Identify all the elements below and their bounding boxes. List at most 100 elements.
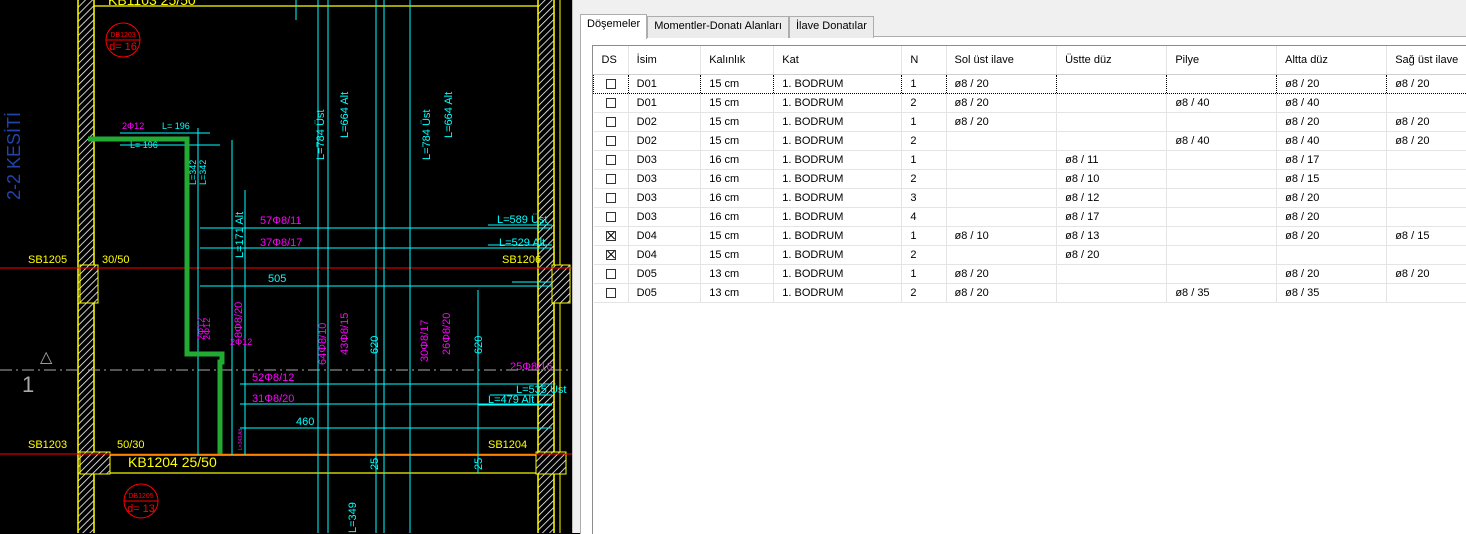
- table-cell[interactable]: ø8 / 20: [946, 94, 1057, 113]
- table-row[interactable]: D0115 cm1. BODRUM2ø8 / 20ø8 / 40ø8 / 40: [594, 94, 1466, 113]
- table-cell[interactable]: 2: [902, 170, 946, 189]
- table-cell[interactable]: D04: [628, 246, 701, 265]
- table-cell[interactable]: [1387, 284, 1466, 303]
- table-row[interactable]: D0215 cm1. BODRUM2ø8 / 40ø8 / 40ø8 / 20: [594, 132, 1466, 151]
- table-cell[interactable]: 1. BODRUM: [774, 132, 902, 151]
- table-cell[interactable]: D05: [628, 284, 701, 303]
- table-cell[interactable]: ø8 / 10: [1057, 170, 1167, 189]
- ds-checkbox[interactable]: [606, 269, 616, 279]
- table-cell[interactable]: [1387, 189, 1466, 208]
- table-cell[interactable]: 1. BODRUM: [774, 284, 902, 303]
- table-cell[interactable]: 1. BODRUM: [774, 265, 902, 284]
- table-cell[interactable]: ø8 / 40: [1277, 132, 1387, 151]
- table-cell[interactable]: [946, 189, 1057, 208]
- table-cell[interactable]: ø8 / 35: [1277, 284, 1387, 303]
- table-cell[interactable]: [946, 132, 1057, 151]
- table-cell[interactable]: ø8 / 13: [1057, 227, 1167, 246]
- table-cell[interactable]: ø8 / 15: [1277, 170, 1387, 189]
- table-cell[interactable]: [1057, 113, 1167, 132]
- table-row[interactable]: D0415 cm1. BODRUM1ø8 / 10ø8 / 13ø8 / 20ø…: [594, 227, 1466, 246]
- table-cell[interactable]: [1167, 265, 1277, 284]
- ds-checkbox[interactable]: [606, 79, 616, 89]
- table-cell[interactable]: [1167, 227, 1277, 246]
- table-cell[interactable]: 13 cm: [701, 265, 774, 284]
- table-cell[interactable]: [1167, 208, 1277, 227]
- table-cell[interactable]: 1. BODRUM: [774, 246, 902, 265]
- table-cell[interactable]: ø8 / 12: [1057, 189, 1167, 208]
- table-cell[interactable]: D02: [628, 132, 701, 151]
- table-cell[interactable]: 2: [902, 246, 946, 265]
- table-cell[interactable]: [1387, 246, 1466, 265]
- ds-checkbox[interactable]: [606, 117, 616, 127]
- ds-checkbox[interactable]: [606, 98, 616, 108]
- table-cell[interactable]: ø8 / 15: [1387, 227, 1466, 246]
- table-cell[interactable]: [1277, 246, 1387, 265]
- table-cell[interactable]: D03: [628, 170, 701, 189]
- table-cell[interactable]: D03: [628, 189, 701, 208]
- ds-checkbox[interactable]: [606, 231, 616, 241]
- table-cell[interactable]: [1057, 265, 1167, 284]
- table-cell[interactable]: [1057, 94, 1167, 113]
- col-header-name[interactable]: İsim: [628, 46, 701, 75]
- table-cell[interactable]: 1. BODRUM: [774, 227, 902, 246]
- tab-slabs[interactable]: Döşemeler: [580, 14, 647, 39]
- cad-canvas[interactable]: 2-2 KESİTİ DB1203 d= 16 DB1205 d= 13 KB1…: [0, 0, 572, 533]
- table-cell[interactable]: 15 cm: [701, 227, 774, 246]
- slab-tag-bottom[interactable]: DB1205 d= 13: [124, 484, 158, 518]
- ds-checkbox[interactable]: [606, 250, 616, 260]
- table-cell[interactable]: 1: [902, 151, 946, 170]
- tab-moments-rebar-areas[interactable]: Momentler-Donatı Alanları: [647, 16, 789, 38]
- table-cell[interactable]: ø8 / 20: [1277, 189, 1387, 208]
- table-cell[interactable]: [1167, 246, 1277, 265]
- table-cell[interactable]: ø8 / 17: [1057, 208, 1167, 227]
- ds-checkbox[interactable]: [606, 136, 616, 146]
- table-row[interactable]: D0513 cm1. BODRUM1ø8 / 20ø8 / 20ø8 / 20: [594, 265, 1466, 284]
- table-cell[interactable]: ø8 / 20: [1277, 75, 1387, 94]
- table-cell[interactable]: 1: [902, 265, 946, 284]
- table-cell[interactable]: D01: [628, 94, 701, 113]
- table-row[interactable]: D0316 cm1. BODRUM1ø8 / 11ø8 / 17: [594, 151, 1466, 170]
- tab-additional-rebar[interactable]: İlave Donatılar: [789, 16, 874, 38]
- table-row[interactable]: D0316 cm1. BODRUM4ø8 / 17ø8 / 20: [594, 208, 1466, 227]
- table-cell[interactable]: [946, 151, 1057, 170]
- col-header-ds[interactable]: DS: [594, 46, 629, 75]
- table-row[interactable]: D0415 cm1. BODRUM2ø8 / 20: [594, 246, 1466, 265]
- table-cell[interactable]: D03: [628, 208, 701, 227]
- table-row[interactable]: D0215 cm1. BODRUM1ø8 / 20ø8 / 20ø8 / 20: [594, 113, 1466, 132]
- table-cell[interactable]: [1387, 94, 1466, 113]
- table-cell[interactable]: ø8 / 20: [1387, 113, 1466, 132]
- table-cell[interactable]: ø8 / 40: [1167, 94, 1277, 113]
- table-cell[interactable]: 1. BODRUM: [774, 208, 902, 227]
- col-header-right-top-extra[interactable]: Sağ üst ilave: [1387, 46, 1466, 75]
- table-cell[interactable]: ø8 / 35: [1167, 284, 1277, 303]
- table-cell[interactable]: [1167, 170, 1277, 189]
- table-cell[interactable]: D01: [628, 75, 701, 94]
- table-cell[interactable]: 16 cm: [701, 189, 774, 208]
- table-cell[interactable]: 15 cm: [701, 132, 774, 151]
- col-header-bottom-straight[interactable]: Altta düz: [1277, 46, 1387, 75]
- table-cell[interactable]: 1. BODRUM: [774, 189, 902, 208]
- table-cell[interactable]: [1167, 75, 1277, 94]
- table-cell[interactable]: 1: [902, 113, 946, 132]
- table-cell[interactable]: ø8 / 20: [946, 113, 1057, 132]
- table-cell[interactable]: D04: [628, 227, 701, 246]
- table-cell[interactable]: 1. BODRUM: [774, 75, 902, 94]
- table-cell[interactable]: ø8 / 20: [1277, 113, 1387, 132]
- ds-checkbox[interactable]: [606, 212, 616, 222]
- table-cell[interactable]: ø8 / 20: [946, 75, 1057, 94]
- table-cell[interactable]: 4: [902, 208, 946, 227]
- table-cell[interactable]: [1387, 208, 1466, 227]
- table-cell[interactable]: ø8 / 11: [1057, 151, 1167, 170]
- table-cell[interactable]: ø8 / 40: [1277, 94, 1387, 113]
- table-cell[interactable]: [1167, 151, 1277, 170]
- table-cell[interactable]: 1. BODRUM: [774, 170, 902, 189]
- ds-checkbox[interactable]: [606, 155, 616, 165]
- table-cell[interactable]: 2: [902, 284, 946, 303]
- table-row[interactable]: D0316 cm1. BODRUM3ø8 / 12ø8 / 20: [594, 189, 1466, 208]
- table-cell[interactable]: [1057, 75, 1167, 94]
- table-cell[interactable]: [946, 170, 1057, 189]
- table-cell[interactable]: 1. BODRUM: [774, 113, 902, 132]
- table-cell[interactable]: 16 cm: [701, 208, 774, 227]
- table-cell[interactable]: ø8 / 20: [946, 265, 1057, 284]
- table-cell[interactable]: 16 cm: [701, 170, 774, 189]
